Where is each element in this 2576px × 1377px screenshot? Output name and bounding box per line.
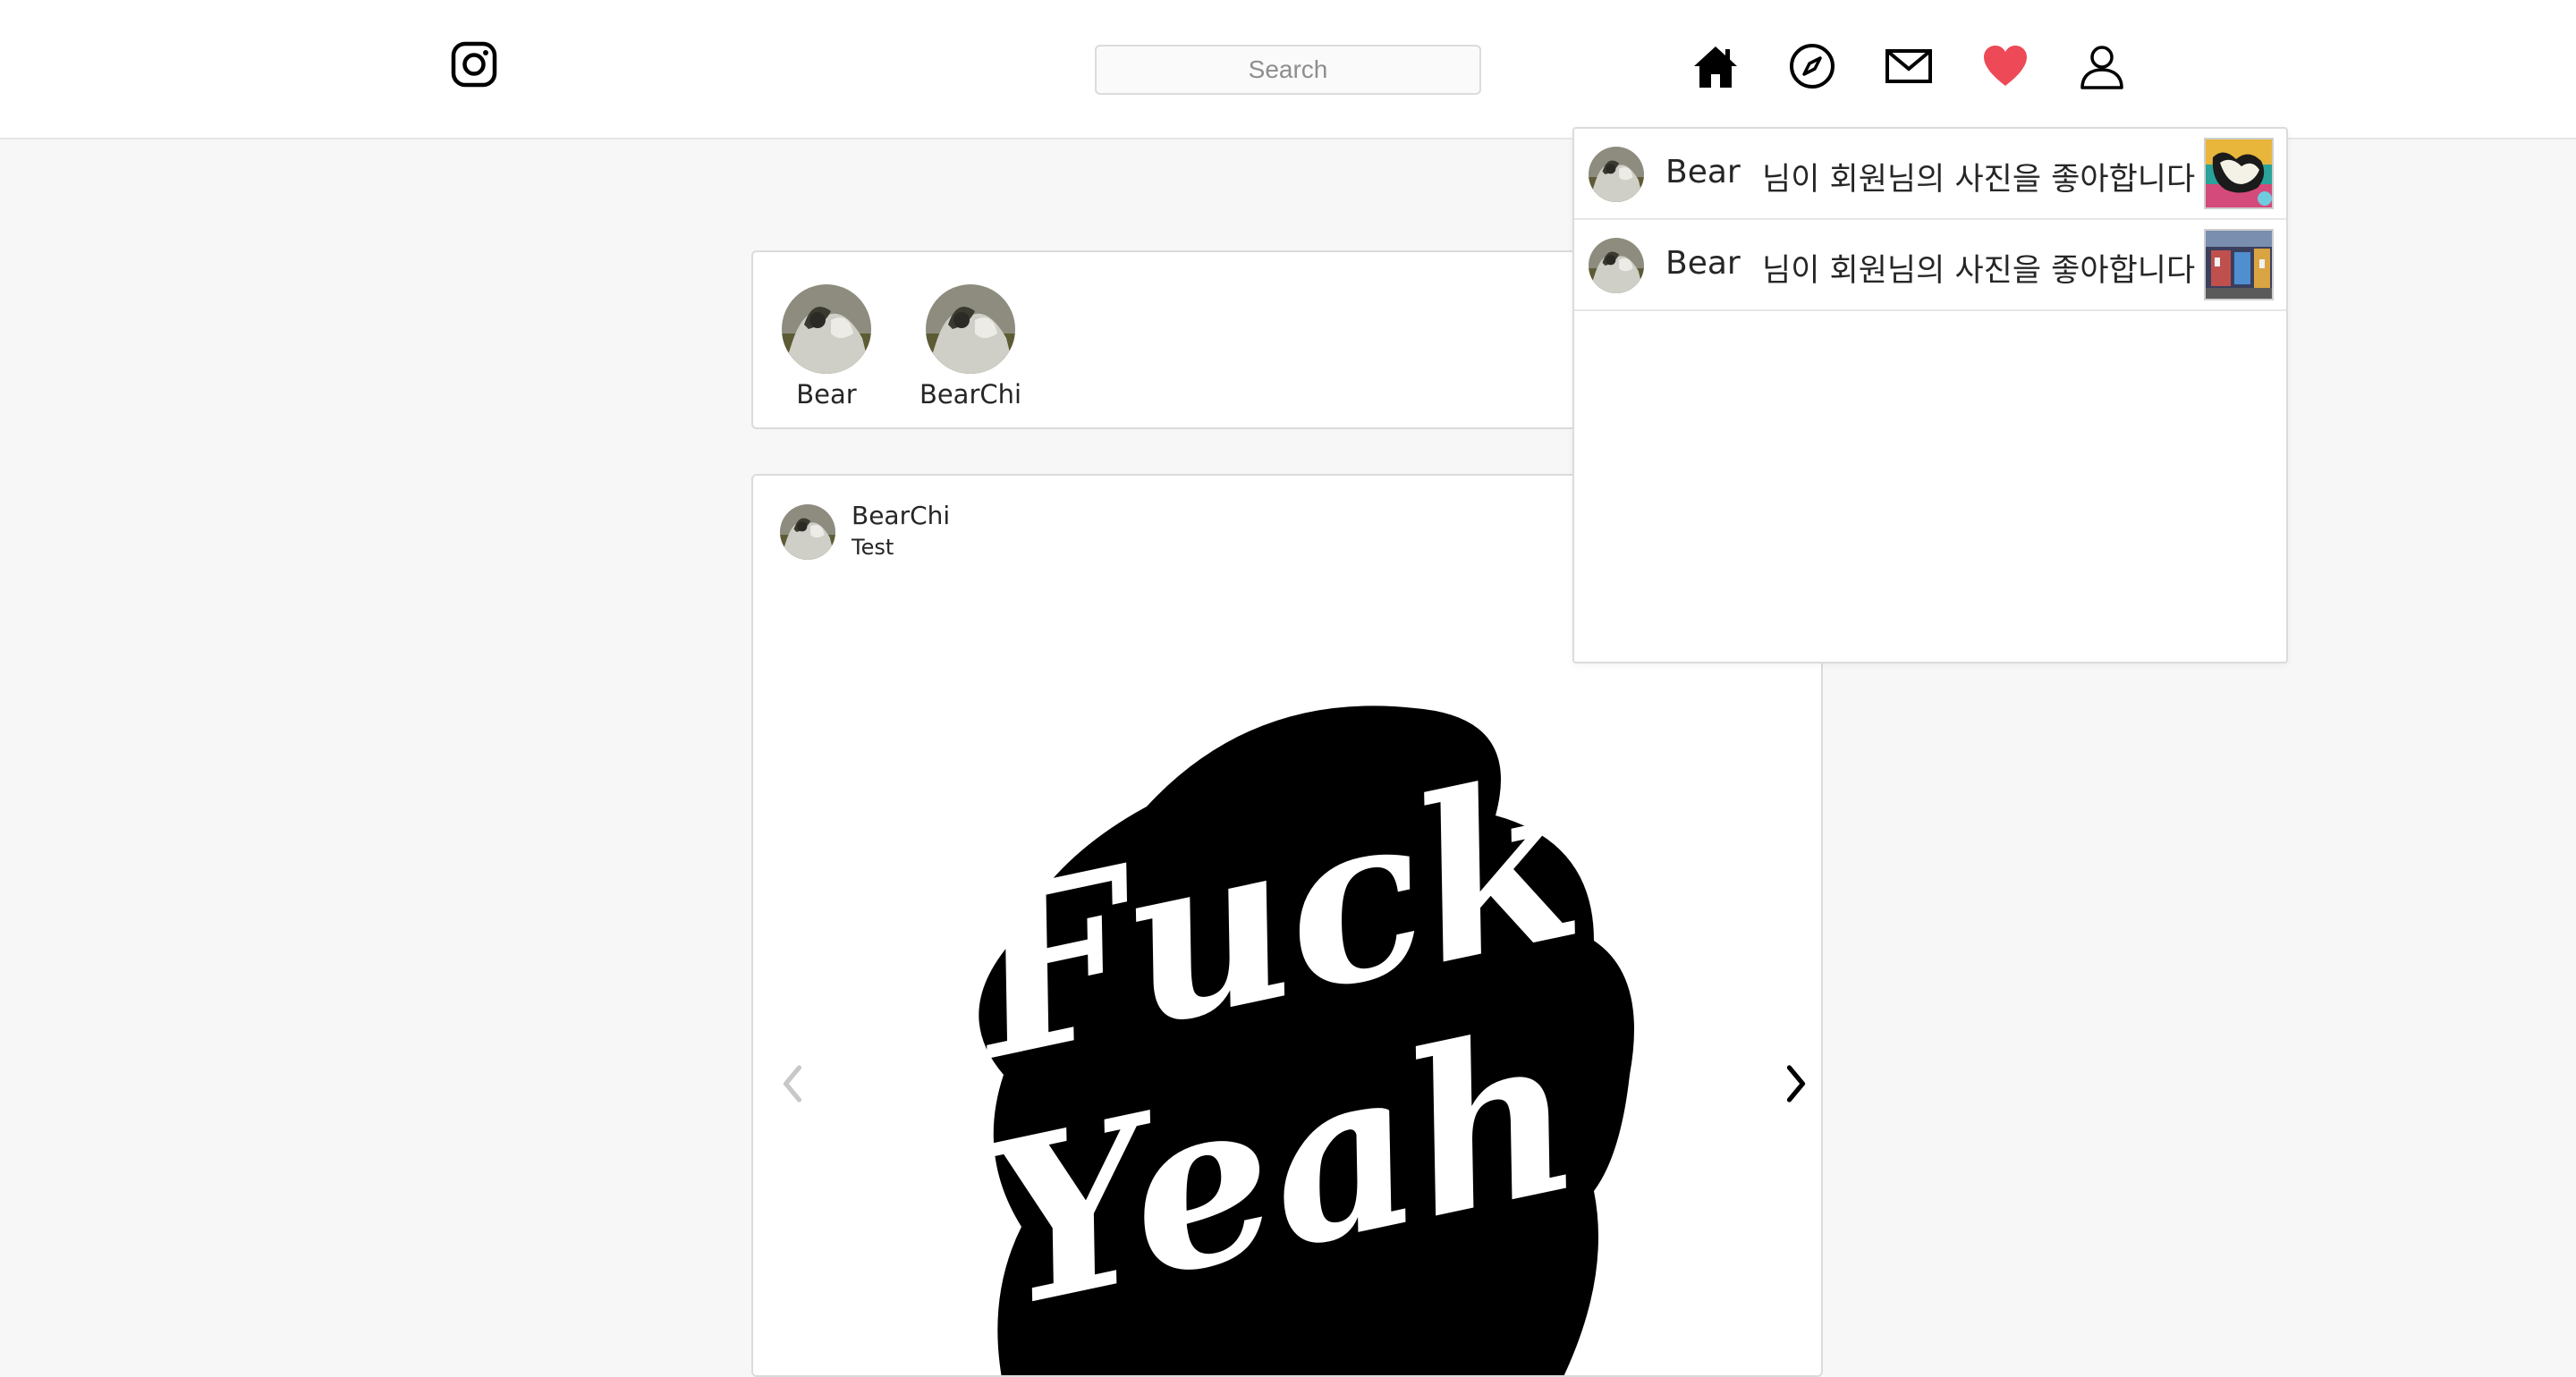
notification-username[interactable]: Bear [1665,245,1741,282]
notification-item[interactable]: Bear 님이 회원님의 사진을 좋아합니다 [1574,220,2286,311]
chevron-left-icon[interactable] [766,1048,819,1119]
notifications-dropdown: Bear 님이 회원님의 사진을 좋아합니다 Bear 님이 회원님의 사진을 … [1572,127,2288,663]
notification-text: 님이 회원님의 사진을 좋아합니다 [1762,253,2196,289]
post-username[interactable]: BearChi [852,501,950,530]
chevron-right-icon[interactable] [1769,1048,1821,1119]
heart-icon[interactable] [1980,41,2030,91]
notification-thumbnail[interactable] [2204,138,2274,209]
top-navbar [0,0,2576,139]
mail-icon[interactable] [1884,41,1934,91]
notification-username[interactable]: Bear [1665,154,1741,190]
post-location: Test [852,535,894,560]
user-icon[interactable] [2077,41,2127,91]
post-image: Fuck Yeah [878,655,1701,1375]
story-username: BearChi [919,379,1022,410]
story-item[interactable]: BearChi [917,284,1024,410]
avatar [926,284,1015,374]
notification-text: 님이 회원님의 사진을 좋아합니다 [1762,162,2196,198]
avatar [782,284,871,374]
search-input[interactable] [1095,45,1481,95]
avatar [1589,147,1644,202]
home-icon[interactable] [1690,41,1741,91]
avatar[interactable] [780,504,835,560]
compass-icon[interactable] [1787,41,1837,91]
avatar [1589,238,1644,293]
story-username: Bear [796,379,857,410]
instagram-logo-icon[interactable] [451,41,497,88]
notification-item[interactable]: Bear 님이 회원님의 사진을 좋아합니다 [1574,129,2286,220]
notification-thumbnail[interactable] [2204,229,2274,300]
story-item[interactable]: Bear [773,284,880,410]
